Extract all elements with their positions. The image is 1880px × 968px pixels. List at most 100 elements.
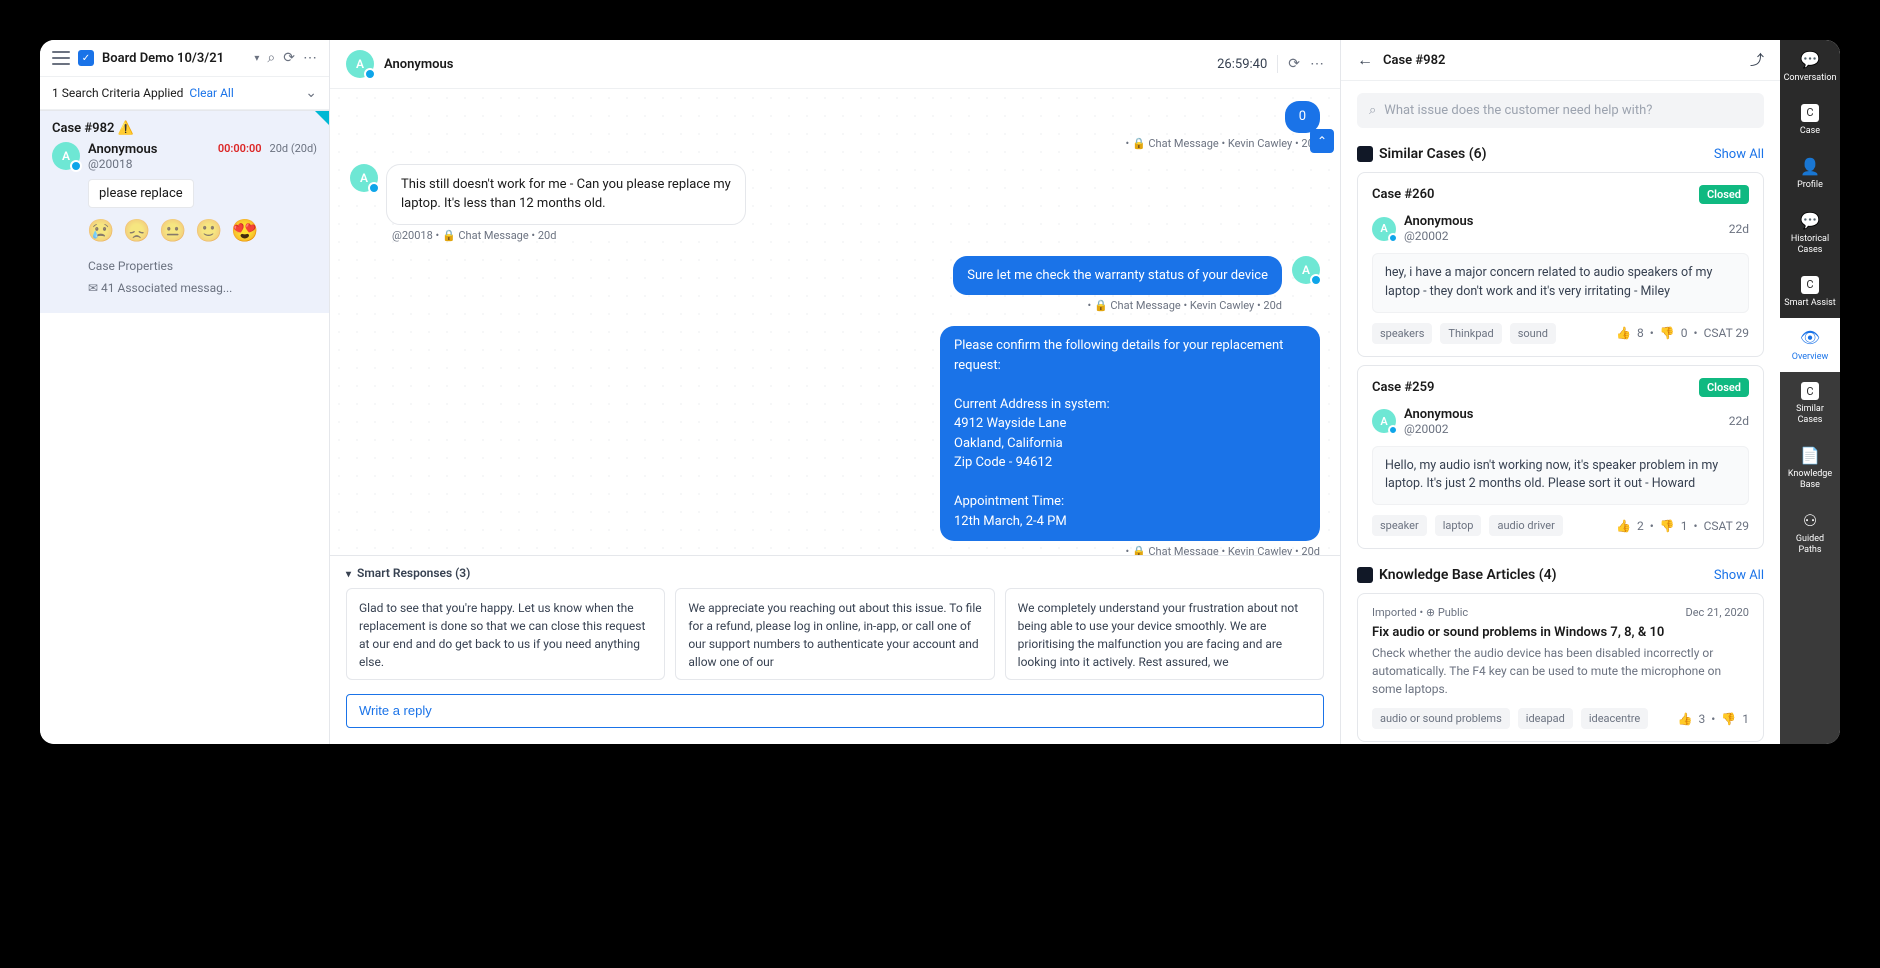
- refresh-icon[interactable]: ⟳: [283, 50, 295, 66]
- similar-case-card[interactable]: Case #259 Closed A Anonymous @20002 22d …: [1357, 365, 1764, 550]
- kb-date: Dec 21, 2020: [1685, 606, 1749, 619]
- collapse-icon[interactable]: ⌄: [305, 85, 317, 101]
- tag[interactable]: sound: [1510, 323, 1556, 344]
- rail-profile[interactable]: 👤Profile: [1780, 147, 1840, 201]
- reply-input-container[interactable]: [346, 694, 1324, 728]
- tag[interactable]: laptop: [1435, 515, 1482, 536]
- more-icon[interactable]: ⋯: [1310, 56, 1324, 72]
- associated-messages-link[interactable]: ✉ 41 Associated messag...: [88, 278, 317, 300]
- refresh-icon[interactable]: ⟳: [1288, 56, 1300, 72]
- smart-response-card[interactable]: We completely understand your frustratio…: [1005, 588, 1324, 680]
- scroll-top-button[interactable]: ⌃: [1310, 129, 1334, 153]
- profile-icon: 👤: [1800, 157, 1820, 176]
- reply-input[interactable]: [359, 703, 1311, 718]
- kb-article-title[interactable]: Fix audio or sound problems in Windows 7…: [1372, 625, 1749, 640]
- board-check-icon: ✓: [78, 50, 94, 66]
- tag[interactable]: ideacentre: [1581, 708, 1648, 729]
- menu-icon[interactable]: [52, 51, 70, 65]
- kb-icon: [1357, 567, 1373, 583]
- rail-guided-paths[interactable]: ⚇Guided Paths: [1780, 501, 1840, 566]
- avatar: A: [1372, 409, 1396, 433]
- thumb-down-icon[interactable]: 👎: [1721, 712, 1736, 726]
- thumb-up-icon[interactable]: 👍: [1616, 326, 1631, 340]
- message-bubble: Please confirm the following details for…: [940, 326, 1320, 541]
- case-body: hey, i have a major concern related to a…: [1372, 253, 1749, 313]
- smart-assist-icon: C: [1801, 276, 1819, 294]
- message-bubble: This still doesn't work for me - Can you…: [386, 164, 746, 225]
- thumb-down-icon[interactable]: 👎: [1660, 519, 1675, 533]
- search-criteria-label: 1 Search Criteria Applied: [52, 86, 183, 100]
- thumb-down-icon[interactable]: 👎: [1660, 326, 1675, 340]
- show-all-link[interactable]: Show All: [1714, 568, 1764, 583]
- tag[interactable]: Thinkpad: [1440, 323, 1501, 344]
- message-bubble: Sure let me check the warranty status of…: [953, 256, 1282, 296]
- user-handle: @20002: [1404, 422, 1473, 436]
- avatar: A: [350, 164, 378, 192]
- chevron-down-icon[interactable]: ▾: [254, 53, 259, 64]
- similar-cases-title: Similar Cases (6): [1379, 146, 1487, 162]
- smart-responses-title[interactable]: Smart Responses (3): [346, 566, 1324, 580]
- case-properties-link[interactable]: Case Properties: [88, 256, 317, 278]
- message-meta: • 🔒 Chat Message • Kevin Cawley • 20d: [350, 137, 1320, 150]
- thumb-up-icon[interactable]: 👍: [1616, 519, 1631, 533]
- message-bubble: 0: [1285, 101, 1320, 133]
- back-arrow-icon[interactable]: ←: [1357, 50, 1373, 70]
- case-user-name: Anonymous: [88, 142, 210, 157]
- conversation-timer: 26:59:40: [1217, 57, 1267, 72]
- message-meta: • 🔒 Chat Message • Kevin Cawley • 20d: [350, 299, 1282, 312]
- avatar: A: [52, 142, 80, 170]
- paths-icon: ⚇: [1803, 511, 1817, 530]
- status-badge: Closed: [1699, 378, 1749, 397]
- emoji-row[interactable]: 😢 😞 😐 🙂 😍: [52, 218, 317, 244]
- message-chip: please replace: [88, 179, 194, 208]
- emoji-sad-icon[interactable]: 😞: [124, 218, 150, 244]
- tag[interactable]: audio or sound problems: [1372, 708, 1510, 729]
- issue-search-input[interactable]: ⌕ What issue does the customer need help…: [1357, 93, 1764, 128]
- search-icon[interactable]: ⌕: [267, 50, 275, 66]
- emoji-neutral-icon[interactable]: 😐: [160, 218, 186, 244]
- rail-smart-assist[interactable]: CSmart Assist: [1780, 266, 1840, 319]
- rail-knowledge-base[interactable]: 📄Knowledge Base: [1780, 436, 1840, 501]
- overview-icon: 👁: [1800, 328, 1820, 347]
- panel-title: Case #982: [1383, 53, 1740, 68]
- history-icon: 💬: [1800, 211, 1820, 230]
- case-age: 22d: [1729, 414, 1749, 428]
- case-age: 22d: [1729, 222, 1749, 236]
- tag[interactable]: speaker: [1372, 515, 1427, 536]
- tag[interactable]: ideapad: [1518, 708, 1573, 729]
- emoji-crying-icon[interactable]: 😢: [88, 218, 114, 244]
- share-icon[interactable]: ⤴: [1750, 50, 1764, 70]
- search-icon: ⌕: [1369, 103, 1376, 118]
- kb-source: Imported • ⊕ Public: [1372, 606, 1468, 619]
- rail-overview[interactable]: 👁Overview: [1780, 318, 1840, 372]
- rail-case[interactable]: CCase: [1780, 94, 1840, 147]
- avatar: A: [346, 50, 374, 78]
- avatar: A: [1292, 256, 1320, 284]
- conversation-icon: 💬: [1800, 50, 1820, 69]
- rail-historical-cases[interactable]: 💬Historical Cases: [1780, 201, 1840, 266]
- similar-case-card[interactable]: Case #260 Closed A Anonymous @20002 22d …: [1357, 172, 1764, 357]
- csat-score: CSAT 29: [1704, 519, 1749, 533]
- message-meta: • 🔒 Chat Message • Kevin Cawley • 20d: [350, 545, 1320, 555]
- tag[interactable]: audio driver: [1489, 515, 1562, 536]
- message-meta: @20018 • 🔒 Chat Message • 20d: [392, 229, 1320, 242]
- more-icon[interactable]: ⋯: [303, 50, 317, 66]
- rail-conversation[interactable]: 💬Conversation: [1780, 40, 1840, 94]
- smart-response-card[interactable]: We appreciate you reaching out about thi…: [675, 588, 994, 680]
- tag[interactable]: speakers: [1372, 323, 1432, 344]
- smart-response-card[interactable]: Glad to see that you're happy. Let us kn…: [346, 588, 665, 680]
- kb-article-card[interactable]: Imported • ⊕ Public Dec 21, 2020 Fix aud…: [1357, 593, 1764, 742]
- emoji-hearteyes-icon[interactable]: 😍: [232, 218, 258, 244]
- case-link[interactable]: Case #259: [1372, 380, 1434, 395]
- conversation-user-name: Anonymous: [384, 57, 1207, 72]
- board-title[interactable]: Board Demo 10/3/21: [102, 51, 246, 66]
- rail-similar-cases[interactable]: CSimilar Cases: [1780, 372, 1840, 436]
- user-name: Anonymous: [1404, 214, 1473, 229]
- case-card[interactable]: Case #982 ⚠️ A Anonymous @20018 00:00:00…: [40, 110, 329, 313]
- case-link[interactable]: Case #260: [1372, 187, 1434, 202]
- kb-title: Knowledge Base Articles (4): [1379, 567, 1557, 583]
- clear-all-link[interactable]: Clear All: [189, 86, 233, 100]
- emoji-happy-icon[interactable]: 🙂: [196, 218, 222, 244]
- show-all-link[interactable]: Show All: [1714, 147, 1764, 162]
- thumb-up-icon[interactable]: 👍: [1678, 712, 1693, 726]
